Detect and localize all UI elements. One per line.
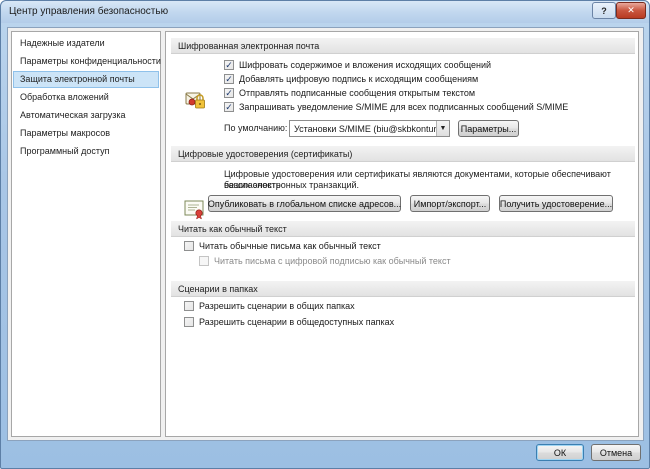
cleartext-checkbox[interactable]: ✓ xyxy=(224,88,234,98)
encrypt-checkbox[interactable]: ✓ xyxy=(224,60,234,70)
scripts-shared-checkbox[interactable] xyxy=(184,301,194,311)
close-button[interactable]: ✕ xyxy=(616,2,646,19)
option-cleartext-signed[interactable]: ✓ Отправлять подписанные сообщения откры… xyxy=(224,88,475,98)
scripts-public-checkbox[interactable] xyxy=(184,317,194,327)
scripts-shared-label: Разрешить сценарии в общих папках xyxy=(199,301,355,311)
content-panel: Шифрованная электронная почта ✓ Шифроват… xyxy=(165,31,639,437)
publish-to-gal-button[interactable]: Опубликовать в глобальном списке адресов… xyxy=(208,195,401,212)
cleartext-label: Отправлять подписанные сообщения открыты… xyxy=(239,88,476,98)
get-digital-id-button[interactable]: Получить удостоверение... xyxy=(499,195,613,212)
title-bar[interactable]: Центр управления безопасностью ? ✕ xyxy=(1,1,649,23)
sidebar-item-privacy-options[interactable]: Параметры конфиденциальности xyxy=(13,53,161,70)
import-export-button[interactable]: Импорт/экспорт... xyxy=(410,195,490,212)
option-read-signed-plain-text: Читать письма с цифровой подписью как об… xyxy=(199,256,451,266)
sidebar-item-automatic-download[interactable]: Автоматическая загрузка xyxy=(13,107,159,124)
sidebar-item-macro-settings[interactable]: Параметры макросов xyxy=(13,125,159,142)
smime-receipt-checkbox[interactable]: ✓ xyxy=(224,102,234,112)
trust-center-window: Центр управления безопасностью ? ✕ Надеж… xyxy=(0,0,650,469)
sidebar-item-programmatic-access[interactable]: Программный доступ xyxy=(13,143,159,160)
sidebar-item-email-security[interactable]: Защита электронной почты xyxy=(13,71,159,88)
option-read-plain-text[interactable]: Читать обычные письма как обычный текст xyxy=(184,241,381,251)
certificates-description-line2: ваших электронных транзакций. xyxy=(224,180,360,190)
sidebar-item-attachment-handling[interactable]: Обработка вложений xyxy=(13,89,159,106)
ok-button[interactable]: ОК xyxy=(536,444,584,461)
option-scripts-public-folders[interactable]: Разрешить сценарии в общедоступных папка… xyxy=(184,317,394,327)
signature-label: Добавлять цифровую подпись к исходящим с… xyxy=(239,74,479,84)
read-signed-plain-text-checkbox xyxy=(199,256,209,266)
lock-icon xyxy=(185,92,205,109)
window-title: Центр управления безопасностью xyxy=(9,6,169,17)
folder-scripts-header: Сценарии в папках xyxy=(171,281,635,297)
option-smime-receipt[interactable]: ✓ Запрашивать уведомление S/MIME для все… xyxy=(224,102,568,112)
option-add-signature[interactable]: ✓ Добавлять цифровую подпись к исходящим… xyxy=(224,74,478,84)
sidebar-item-trusted-publishers[interactable]: Надежные издатели xyxy=(13,35,159,52)
default-settings-label: По умолчанию: xyxy=(224,123,288,133)
help-button[interactable]: ? xyxy=(592,2,616,19)
option-scripts-shared-folders[interactable]: Разрешить сценарии в общих папках xyxy=(184,301,355,311)
scripts-public-label: Разрешить сценарии в общедоступных папка… xyxy=(199,317,395,327)
sidebar: Надежные издатели Параметры конфиденциал… xyxy=(11,31,161,437)
chevron-down-icon[interactable]: ▼ xyxy=(436,121,449,136)
read-plain-text-label: Читать обычные письма как обычный текст xyxy=(199,241,381,251)
default-settings-value: Установки S/MIME (biu@skbkontur.ru) xyxy=(294,123,450,134)
plain-text-header: Читать как обычный текст xyxy=(171,221,635,237)
read-plain-text-checkbox[interactable] xyxy=(184,241,194,251)
certificate-icon xyxy=(184,200,204,220)
help-icon: ? xyxy=(601,5,607,16)
signature-checkbox[interactable]: ✓ xyxy=(224,74,234,84)
cancel-button[interactable]: Отмена xyxy=(591,444,641,461)
dialog-client: Надежные издатели Параметры конфиденциал… xyxy=(7,27,644,441)
default-settings-select[interactable]: Установки S/MIME (biu@skbkontur.ru) ▼ xyxy=(289,120,450,137)
option-encrypt-contents[interactable]: ✓ Шифровать содержимое и вложения исходя… xyxy=(224,60,491,70)
certificates-header: Цифровые удостоверения (сертификаты) xyxy=(171,146,635,162)
smime-receipt-label: Запрашивать уведомление S/MIME для всех … xyxy=(239,102,569,112)
close-icon: ✕ xyxy=(627,5,635,15)
encrypt-label: Шифровать содержимое и вложения исходящи… xyxy=(239,60,492,70)
encrypted-mail-header: Шифрованная электронная почта xyxy=(171,38,635,54)
read-signed-plain-text-label: Читать письма с цифровой подписью как об… xyxy=(214,256,451,266)
settings-button[interactable]: Параметры... xyxy=(458,120,519,137)
